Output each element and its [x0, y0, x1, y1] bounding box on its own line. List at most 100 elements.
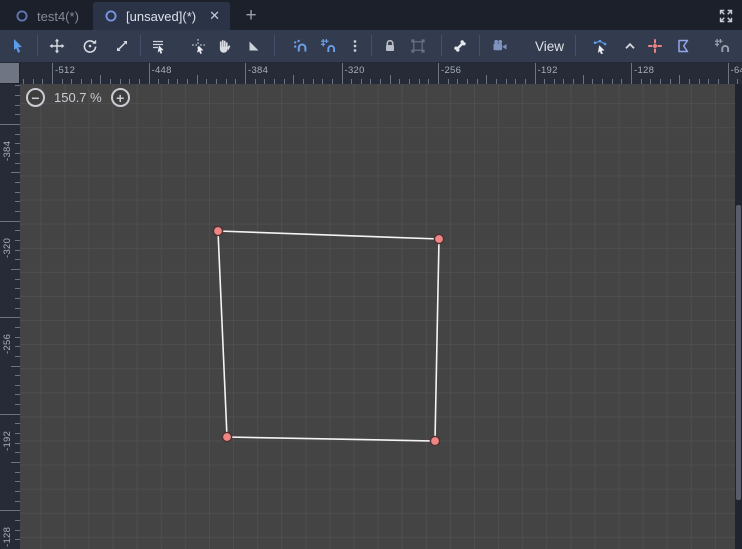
tab-unsaved[interactable]: [unsaved](*) ✕	[93, 2, 230, 30]
vertical-scrollbar[interactable]	[735, 84, 742, 549]
pan-hand-icon	[219, 40, 231, 53]
ruler-label: -128	[2, 527, 13, 548]
ruler-label: -320	[2, 237, 13, 258]
zoom-in-button[interactable]: +	[110, 88, 130, 107]
toolbar-separator	[441, 35, 442, 56]
view-menu-label: View	[535, 38, 565, 54]
ruler-tick	[534, 63, 536, 84]
ruler-tick	[438, 63, 439, 84]
ruler-tick	[0, 124, 20, 125]
pivot-tool-button[interactable]	[187, 34, 211, 58]
polygon-edit-icon	[678, 39, 689, 53]
camera-override-button[interactable]	[488, 34, 512, 58]
pan-tool-button[interactable]	[212, 34, 236, 58]
ruler-tick	[196, 75, 198, 84]
position-button[interactable]	[643, 34, 667, 58]
collapse-button[interactable]	[618, 34, 642, 58]
ruler-tick	[11, 462, 20, 464]
ruler-label: -64	[730, 65, 742, 76]
toolbar-separator	[371, 35, 372, 56]
ruler-tick	[727, 63, 729, 84]
smart-snap-button[interactable]	[288, 34, 312, 58]
ruler-tick	[11, 365, 20, 367]
expand-icon	[719, 9, 733, 23]
toolbar-separator	[274, 35, 275, 56]
ruler-tick	[52, 63, 53, 84]
new-scene-button[interactable]: +	[238, 4, 264, 28]
ruler-tick	[11, 172, 20, 174]
scene-circle-icon	[105, 10, 117, 22]
tab-test4[interactable]: test4(*)	[4, 2, 89, 30]
ruler-label: -256	[441, 65, 462, 76]
toolbar-separator	[575, 35, 576, 56]
canvas-toolbar: View	[0, 30, 742, 63]
ruler-tick	[341, 63, 343, 84]
lock-icon	[386, 39, 394, 51]
rotate-tool-button[interactable]	[78, 34, 102, 58]
zoom-out-button[interactable]: −	[26, 88, 45, 107]
ruler-label: -448	[151, 65, 172, 76]
tab-label: [unsaved](*)	[126, 8, 197, 24]
scene-tab-bar: test4(*) [unsaved](*) ✕ +	[0, 0, 742, 30]
scale-tool-button[interactable]	[110, 34, 134, 58]
viewport-canvas[interactable]	[20, 84, 735, 549]
godot-2d-editor: test4(*) [unsaved](*) ✕ + View -512 -448…	[0, 0, 742, 549]
polygon-edit-button[interactable]	[671, 34, 695, 58]
grid-snap-button[interactable]	[316, 34, 340, 58]
group-icon	[411, 39, 425, 53]
rotate-icon	[83, 39, 97, 53]
ruler-tool-button[interactable]	[242, 34, 266, 58]
view-menu-button[interactable]: View	[525, 34, 574, 58]
select-tool-button[interactable]	[6, 34, 30, 58]
grid-snap-secondary-button[interactable]	[710, 34, 734, 58]
ruler-tick	[389, 75, 391, 84]
ruler-icon	[249, 41, 259, 51]
lock-button[interactable]	[378, 34, 402, 58]
ruler-tick	[631, 63, 632, 84]
group-button[interactable]	[406, 34, 430, 58]
move-tool-button[interactable]	[45, 34, 69, 58]
tab-close-button[interactable]: ✕	[209, 8, 220, 24]
left-ruler: -384 -320 -256 -192 -128	[0, 84, 21, 549]
toolbar-separator	[37, 35, 38, 56]
ruler-tick	[0, 220, 20, 222]
ruler-tick	[293, 75, 295, 84]
chevron-up-icon	[625, 42, 635, 49]
ruler-label: -256	[2, 333, 13, 355]
ruler-tick	[100, 75, 102, 84]
select-arrow-icon	[14, 39, 22, 53]
ruler-tick	[11, 268, 20, 270]
zoom-level[interactable]: 150.7 %	[54, 90, 102, 105]
scrollbar-thumb[interactable]	[736, 205, 741, 500]
ruler-label: -384	[2, 140, 13, 161]
ruler-label: -320	[344, 65, 365, 76]
snap-options-button[interactable]	[343, 34, 367, 58]
ruler-corner	[0, 63, 20, 84]
scene-circle-icon	[16, 10, 28, 22]
pivot-icon	[192, 39, 205, 54]
skeleton-options-button[interactable]	[448, 34, 472, 58]
ruler-label: -384	[248, 65, 269, 76]
grid-snap-icon	[321, 39, 336, 52]
ruler-tick	[0, 317, 20, 319]
zoom-widget: − 150.7 % +	[26, 88, 130, 107]
scale-icon	[117, 41, 127, 51]
expand-button[interactable]	[714, 4, 738, 28]
ruler-label: -192	[2, 430, 13, 451]
ruler-tick	[0, 510, 20, 512]
ruler-tick	[679, 75, 681, 84]
ruler-label: -128	[634, 65, 655, 76]
list-select-button[interactable]	[146, 34, 170, 58]
ruler-tick	[0, 413, 20, 415]
camera-icon	[493, 39, 507, 51]
smart-snap-icon	[294, 39, 307, 52]
move-icon	[49, 38, 65, 54]
tab-label: test4(*)	[37, 8, 79, 24]
list-select-icon	[153, 40, 164, 54]
ruler-tick	[582, 75, 584, 84]
toolbar-separator	[140, 35, 141, 56]
edit-points-button[interactable]	[588, 34, 612, 58]
grid-snap-gray-icon	[715, 39, 730, 52]
vertical-dots-icon	[353, 40, 357, 52]
bone-icon	[454, 40, 466, 52]
